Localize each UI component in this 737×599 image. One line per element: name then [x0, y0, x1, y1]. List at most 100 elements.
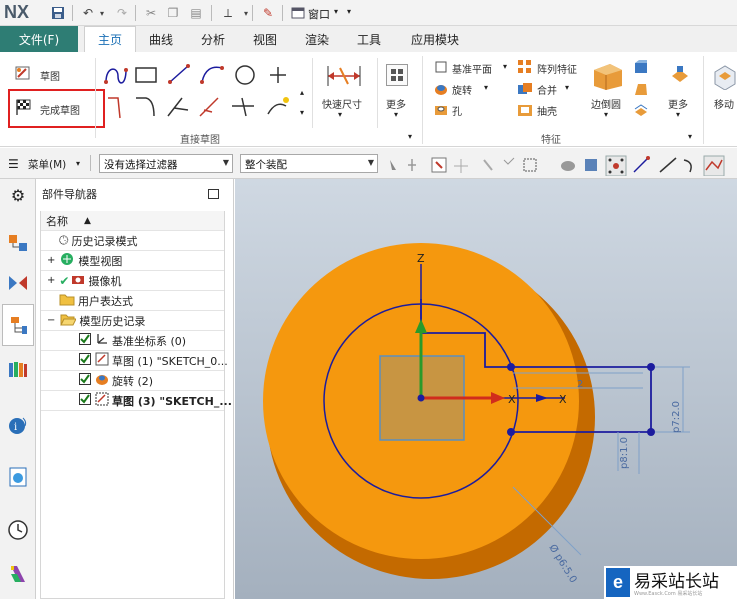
finish-sketch-flag-icon[interactable]	[14, 98, 32, 116]
column-header-name[interactable]: 名称 ▲	[41, 211, 224, 231]
checkbox-checked[interactable]	[79, 353, 91, 368]
move-face-icon[interactable]	[711, 62, 737, 93]
edge-blend-dropdown[interactable]: ▾	[604, 110, 608, 119]
more-feature-icon[interactable]	[669, 64, 691, 89]
tree-row-sketch-3[interactable]: 草图 (3) "SKETCH_...	[41, 391, 232, 411]
tab-analysis[interactable]: 分析	[192, 26, 234, 52]
revolve-label[interactable]: 旋转	[452, 82, 472, 97]
revolve-icon[interactable]	[432, 80, 450, 98]
sketch-button-label[interactable]: 草图	[40, 68, 60, 83]
clock-icon[interactable]	[5, 517, 31, 543]
datum-plane-label[interactable]: 基准平面	[452, 61, 492, 76]
group-direct-sketch-expand[interactable]: ▾	[408, 132, 412, 141]
undo-dropdown-icon[interactable]: ▾	[94, 5, 110, 21]
checkbox-checked[interactable]	[79, 333, 91, 348]
more-dropdown[interactable]: ▾	[394, 110, 398, 119]
history-palette-icon[interactable]	[5, 464, 31, 490]
tree-row-datum-csys[interactable]: 基准坐标系 (0)	[41, 331, 224, 351]
quick-dimension-label[interactable]: 快速尺寸	[322, 96, 362, 111]
datum-plane-dropdown[interactable]: ▾	[503, 62, 507, 71]
tab-tools[interactable]: 工具	[348, 26, 390, 52]
unite-label[interactable]: 合并	[537, 82, 557, 97]
more-button-label[interactable]: 更多	[386, 96, 406, 111]
tree-row-user-expressions[interactable]: 用户表达式	[41, 291, 224, 311]
paste-icon[interactable]: ▤	[188, 5, 204, 21]
sketch-gallery-scroll-up[interactable]: ▴	[300, 88, 304, 97]
type-filter-select[interactable]: 没有选择过滤器 ▼	[99, 154, 233, 173]
checkmark-icon: ✔	[59, 273, 70, 288]
unite-icon[interactable]	[516, 80, 534, 98]
offset-face-icon[interactable]	[632, 101, 650, 119]
tab-applications[interactable]: 应用模块	[400, 26, 470, 52]
touch-mode-icon[interactable]: ✎	[260, 5, 276, 21]
window-icon[interactable]	[290, 5, 306, 21]
customize-dropdown-icon[interactable]: ▾	[347, 7, 351, 16]
expand-plus-icon[interactable]: +	[47, 275, 55, 286]
draft-icon[interactable]	[632, 80, 650, 98]
menu-icon[interactable]: ☰	[8, 157, 19, 171]
datum-csys-icon	[95, 332, 109, 349]
tab-home[interactable]: 主页	[84, 26, 136, 52]
checkbox-checked[interactable]	[79, 393, 91, 408]
assembly-navigator-icon[interactable]	[5, 230, 31, 256]
selection-scope-select[interactable]: 整个装配 ▼	[240, 154, 378, 173]
redo-icon[interactable]: ↷	[114, 5, 130, 21]
gear-icon[interactable]: ⚙	[5, 182, 31, 208]
more-feature-label[interactable]: 更多	[668, 96, 688, 111]
more-feature-dropdown[interactable]: ▾	[676, 110, 680, 119]
web-browser-icon[interactable]: i	[5, 412, 31, 438]
active-sketch-icon	[95, 392, 109, 409]
quick-dimension-dropdown[interactable]: ▾	[338, 110, 342, 119]
menu-button-label[interactable]: 菜单(M)	[28, 157, 66, 172]
expand-plus-icon[interactable]: +	[47, 255, 55, 266]
quick-dimension-icon[interactable]	[326, 62, 362, 93]
repeat-command-icon[interactable]: ⟂	[220, 5, 236, 21]
tree-row-history-mode[interactable]: 🕓︎ 历史记录模式	[41, 231, 224, 251]
separator	[703, 56, 704, 144]
edge-blend-icon[interactable]	[590, 60, 624, 93]
tab-view[interactable]: 视图	[244, 26, 286, 52]
separator	[282, 5, 283, 21]
tree-row-model-history[interactable]: − 模型历史记录	[41, 311, 224, 331]
revolve-feature-icon	[95, 372, 109, 389]
maximize-icon[interactable]	[208, 189, 219, 199]
finish-sketch-button-label[interactable]: 完成草图	[40, 102, 80, 117]
move-face-label[interactable]: 移动	[714, 96, 734, 111]
tab-curve[interactable]: 曲线	[140, 26, 182, 52]
window-dropdown-icon[interactable]: ▾	[334, 7, 338, 16]
collapse-minus-icon[interactable]: −	[47, 315, 55, 326]
sketch-gallery-expand[interactable]: ▾	[300, 108, 304, 117]
shell-label[interactable]: 抽壳	[537, 103, 557, 118]
pattern-feature-label[interactable]: 阵列特征	[537, 61, 577, 76]
copy-icon[interactable]: ❐	[165, 5, 181, 21]
window-menu-label[interactable]: 窗口	[308, 6, 330, 22]
file-menu-tab[interactable]: 文件(F)	[0, 26, 78, 52]
role-icon[interactable]	[5, 560, 31, 586]
datum-plane-icon[interactable]	[432, 58, 450, 76]
sketch-icon[interactable]	[14, 64, 32, 82]
tab-render[interactable]: 渲染	[296, 26, 338, 52]
tree-row-model-views[interactable]: + 模型视图	[41, 251, 224, 271]
hole-label[interactable]: 孔	[452, 103, 462, 118]
unite-dropdown[interactable]: ▾	[565, 83, 569, 92]
more-grid-icon[interactable]	[386, 64, 408, 86]
pattern-feature-icon[interactable]	[516, 58, 534, 76]
checkbox-checked[interactable]	[79, 373, 91, 388]
chamfer-icon[interactable]	[632, 58, 650, 76]
tree-row-sketch-1[interactable]: 草图 (1) "SKETCH_0...	[41, 351, 228, 371]
model-canvas[interactable]: Z X X 2 p7:2.0 p8:1.0 Ø p6:5.0	[235, 179, 737, 599]
group-feature-expand[interactable]: ▾	[688, 132, 692, 141]
part-navigator-icon[interactable]	[5, 312, 31, 338]
edge-blend-label[interactable]: 边倒圆	[591, 96, 621, 111]
shell-icon[interactable]	[516, 101, 534, 119]
tree-row-revolve-2[interactable]: 旋转 (2)	[41, 371, 224, 391]
cut-icon[interactable]: ✂	[143, 5, 159, 21]
constraint-navigator-icon[interactable]	[5, 270, 31, 296]
tree-row-cameras[interactable]: + ✔ 摄像机	[41, 271, 224, 291]
sort-ascending-icon[interactable]: ▲	[84, 216, 91, 226]
reuse-library-icon[interactable]	[5, 356, 31, 382]
menu-dropdown[interactable]: ▾	[76, 159, 80, 168]
save-icon[interactable]	[50, 5, 66, 21]
hole-icon[interactable]	[432, 101, 450, 119]
revolve-dropdown[interactable]: ▾	[484, 83, 488, 92]
